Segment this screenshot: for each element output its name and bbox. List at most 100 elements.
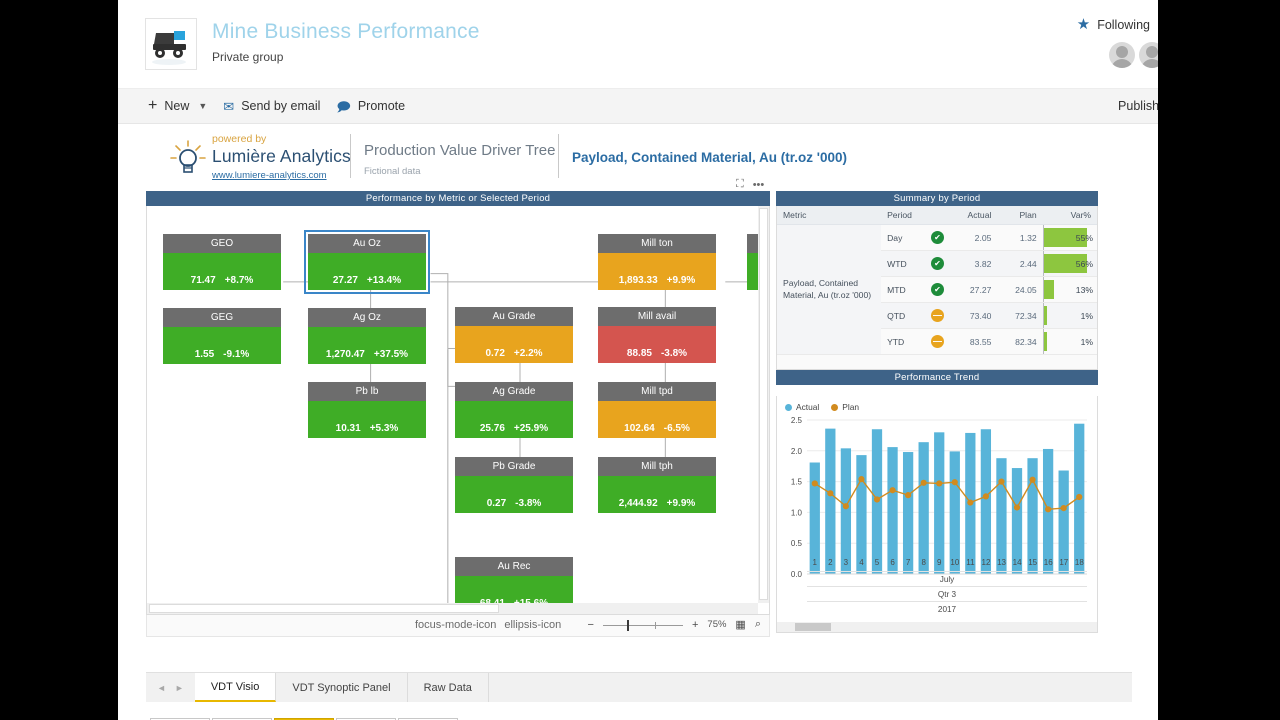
- tree-node-value: 1.55: [194, 349, 215, 360]
- x-tick-label: 16: [1043, 558, 1053, 567]
- chart-horizontal-scrollbar[interactable]: [777, 622, 1097, 632]
- tree-node-augrade[interactable]: Au Grade 0.72 +2.2%: [455, 307, 573, 363]
- variance-cell: 1%: [1042, 328, 1097, 355]
- avatar[interactable]: [1109, 42, 1135, 68]
- tree-node-millton[interactable]: Mill ton 1,893.33 +9.9%: [598, 234, 716, 290]
- tree-node-value: 0.27: [486, 498, 507, 509]
- tree-horizontal-scrollbar[interactable]: [147, 603, 758, 614]
- zoom-region-icon[interactable]: ⌕: [755, 618, 761, 631]
- tab-vdt-visio[interactable]: VDT Visio: [194, 673, 277, 702]
- tree-node-geg[interactable]: GEG 1.55 -9.1%: [163, 308, 281, 364]
- promote-button[interactable]: 🗩 Promote: [336, 99, 405, 113]
- tree-node-auoz[interactable]: Au Oz 27.27 +13.4%: [304, 230, 430, 294]
- following-button[interactable]: ★ Following: [1077, 17, 1150, 32]
- summary-table: Metric Period Actual Plan Var% Payload, Cont…: [777, 206, 1097, 355]
- x-tick-label: 10: [950, 558, 960, 567]
- table-row[interactable]: Payload, Contained Material, Au (tr.oz '…: [777, 224, 1097, 355]
- ellipsis-icon[interactable]: •••: [753, 179, 765, 191]
- report-visual-tools[interactable]: ⛶ •••: [736, 178, 764, 191]
- new-label: New: [164, 99, 190, 113]
- tree-node-label: Mill avail: [598, 307, 716, 326]
- tree-node-delta: +9.9%: [666, 498, 696, 509]
- report-title: Production Value Driver Tree: [364, 142, 556, 159]
- tree-vertical-scrollbar[interactable]: [758, 206, 769, 603]
- variance-label: 1%: [1080, 310, 1093, 321]
- focus-mode-icon[interactable]: ⛶: [736, 178, 744, 191]
- member-avatars[interactable]: [1109, 42, 1158, 68]
- tree-node-pblb[interactable]: Pb lb 10.31 +5.3%: [308, 382, 426, 438]
- zoom-controls[interactable]: − + 75% ▦ ⌕: [588, 618, 761, 631]
- chevron-left-icon[interactable]: ◄: [157, 683, 166, 693]
- brand-url-link[interactable]: www.lumiere-analytics.com: [212, 170, 327, 181]
- table-header-row: Metric Period Actual Plan Var%: [777, 206, 1097, 225]
- variance-bar: [1043, 306, 1047, 325]
- following-label: Following: [1097, 17, 1150, 32]
- chart-x-tick-labels: 1 2 3 4 5 6 7 8 9 10 11 12 13 14 15 16 17 18: [807, 558, 1087, 567]
- scrollbar-thumb[interactable]: [795, 623, 831, 631]
- zoom-out-button[interactable]: −: [588, 619, 594, 631]
- tree-node-delta: +13.4%: [366, 275, 402, 286]
- tree-node-aggrade[interactable]: Ag Grade 25.76 +25.9%: [455, 382, 573, 438]
- svg-text:1.5: 1.5: [791, 478, 803, 487]
- selected-metric-title: Payload, Contained Material, Au (tr.oz '…: [572, 150, 848, 165]
- tab-raw-data[interactable]: Raw Data: [408, 673, 489, 702]
- check-circle-icon: ✔: [930, 231, 944, 244]
- tree-canvas-wrapper[interactable]: GEO 71.47 +8.7% GEG 1.55 -9.1% Au Oz 27.27 +13.4…: [146, 206, 770, 615]
- tree-node-delta: +9.9%: [666, 275, 696, 286]
- tree-node-value: 88.85: [626, 348, 652, 359]
- x-group-label: July: [807, 571, 1087, 586]
- tree-node-milltph[interactable]: Mill tph 2,444.92 +9.9%: [598, 457, 716, 513]
- tree-node-body: 1,270.47 +37.5%: [308, 327, 426, 364]
- legend-item-plan[interactable]: Plan: [831, 402, 859, 412]
- tree-node-label: Au Rec: [455, 557, 573, 576]
- tree-footer-tools[interactable]: focus-mode-icon ellipsis-icon: [415, 619, 561, 631]
- megaphone-icon: 🗩: [336, 98, 351, 114]
- slider-tick: [654, 621, 656, 629]
- summary-table-wrapper[interactable]: Metric Period Actual Plan Var% Payload, Cont…: [776, 206, 1098, 370]
- tree-node-delta: -3.8%: [660, 348, 688, 359]
- scrollbar-thumb[interactable]: [759, 208, 768, 600]
- tree-node-milltpd[interactable]: Mill tpd 102.64 -6.5%: [598, 382, 716, 438]
- tree-node-value: 1,893.33: [618, 275, 658, 286]
- tree-node-delta: +8.7%: [224, 275, 254, 286]
- fit-page-icon[interactable]: ▦: [735, 618, 745, 631]
- plan-cell: 24.05: [997, 276, 1043, 303]
- tab-navigation[interactable]: ◄ ►: [146, 673, 195, 702]
- new-button[interactable]: + New ▼: [148, 98, 207, 114]
- tab-vdt-synoptic-panel[interactable]: VDT Synoptic Panel: [276, 673, 408, 702]
- focus-mode-icon[interactable]: focus-mode-icon: [415, 619, 496, 631]
- zoom-slider[interactable]: [602, 619, 683, 631]
- legend-item-actual[interactable]: Actual: [785, 402, 819, 412]
- x-tick-label: 11: [966, 558, 975, 567]
- variance-label: 1%: [1080, 336, 1093, 347]
- send-by-email-button[interactable]: ✉ Send by email: [223, 99, 320, 113]
- actual-cell: 83.55: [952, 328, 998, 355]
- tree-node-delta: +2.2%: [513, 348, 543, 359]
- command-bar: + New ▼ ✉ Send by email 🗩 Promote Publis…: [118, 88, 1158, 124]
- avatar[interactable]: [1139, 42, 1158, 68]
- x-tick-label: 6: [890, 558, 895, 567]
- scrollbar-thumb[interactable]: [149, 604, 499, 613]
- chevron-right-icon[interactable]: ►: [175, 683, 184, 693]
- tree-node-millavail[interactable]: Mill avail 88.85 -3.8%: [598, 307, 716, 363]
- trend-chart-wrapper[interactable]: Actual Plan 0.0 0.5 1.0 1.5 2.0 2.5 1234567891…: [776, 396, 1098, 633]
- chart-legend: Actual Plan: [785, 402, 859, 412]
- right-visuals-column: Summary by Period Metric Period Actual Plan…: [776, 191, 1098, 643]
- period-cell: WTD: [881, 250, 923, 277]
- publish-button[interactable]: Publishe: [1118, 99, 1158, 113]
- variance-label: 13%: [1075, 284, 1093, 295]
- tree-node-delta: +25.9%: [513, 423, 549, 434]
- status-cell: —: [922, 328, 953, 355]
- tree-node-agoz[interactable]: Ag Oz 1,270.47 +37.5%: [308, 308, 426, 364]
- column-header-plan: Plan: [997, 206, 1043, 225]
- chevron-down-icon[interactable]: ▼: [198, 101, 207, 111]
- tree-node-delta: -6.5%: [663, 423, 690, 434]
- slider-handle[interactable]: [626, 619, 629, 631]
- tree-node-pbgrade[interactable]: Pb Grade 0.27 -3.8%: [455, 457, 573, 513]
- actual-cell: 2.05: [952, 224, 998, 251]
- tree-node-geo[interactable]: GEO 71.47 +8.7%: [163, 234, 281, 290]
- ellipsis-icon[interactable]: ellipsis-icon: [504, 619, 561, 631]
- status-cell: ✔: [922, 276, 953, 303]
- zoom-in-button[interactable]: +: [692, 619, 698, 631]
- minus-circle-icon: —: [930, 309, 944, 322]
